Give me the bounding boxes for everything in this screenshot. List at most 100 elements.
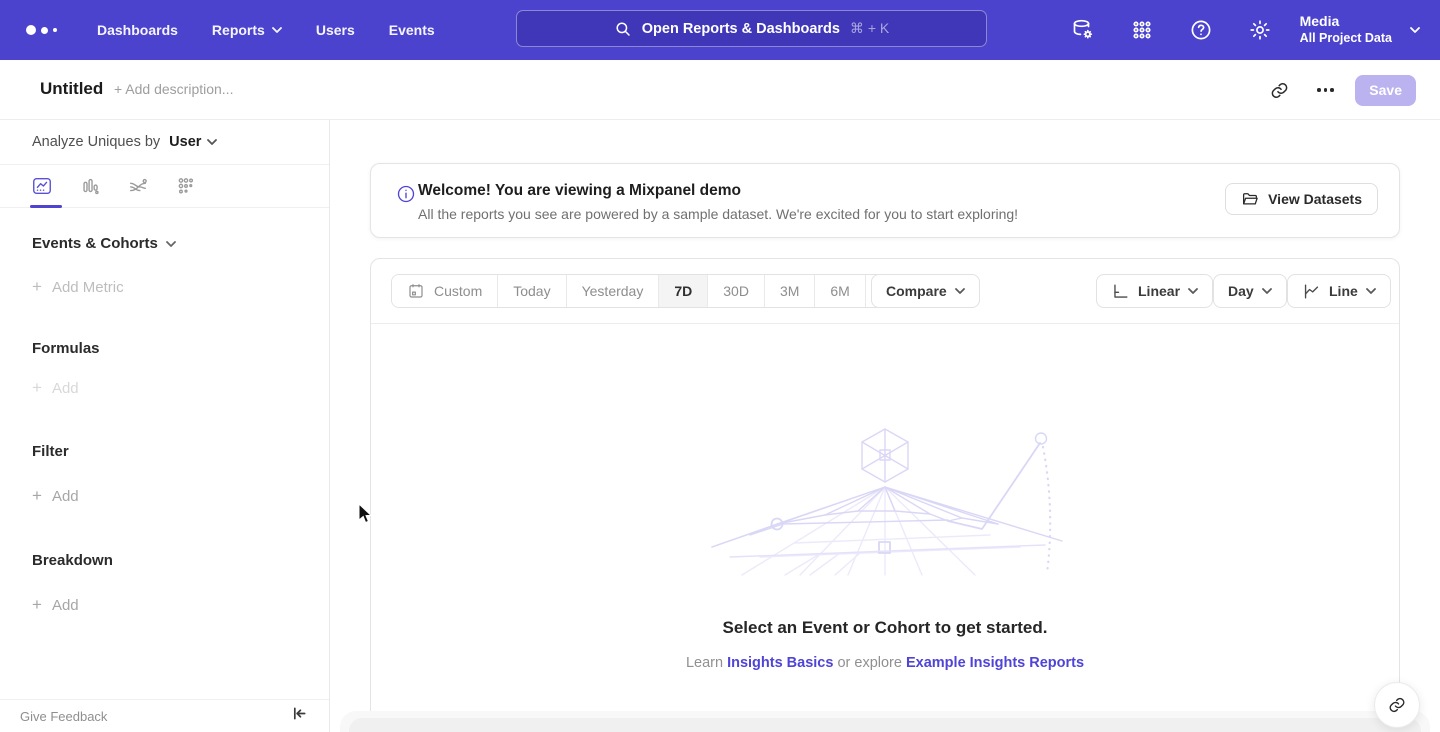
linear-axes-icon bbox=[1111, 282, 1130, 301]
line-chart-icon bbox=[1302, 282, 1321, 301]
add-formula-label: Add bbox=[52, 380, 79, 397]
report-title[interactable]: Untitled bbox=[40, 79, 103, 99]
range-30d-label: 30D bbox=[723, 283, 749, 299]
query-builder-sidebar: Analyze Uniques by User Events & Cohorts bbox=[0, 120, 330, 732]
range-3m[interactable]: 3M bbox=[765, 275, 815, 307]
formulas-label: Formulas bbox=[32, 340, 100, 357]
plus-icon: + bbox=[32, 595, 42, 615]
range-yesterday[interactable]: Yesterday bbox=[567, 275, 660, 307]
tab-bar-chart[interactable] bbox=[78, 174, 102, 198]
example-insights-reports-link[interactable]: Example Insights Reports bbox=[906, 655, 1084, 671]
active-tab-indicator bbox=[30, 205, 62, 208]
section-formulas: Formulas bbox=[0, 340, 329, 357]
nav-dashboards[interactable]: Dashboards bbox=[80, 0, 195, 60]
bar-chart-icon bbox=[79, 175, 101, 197]
add-metric-button[interactable]: + Add Metric bbox=[0, 277, 329, 297]
folder-icon bbox=[1241, 190, 1259, 208]
analyze-value[interactable]: User bbox=[169, 134, 201, 150]
add-breakdown-label: Add bbox=[52, 597, 79, 614]
mouse-cursor bbox=[358, 503, 373, 525]
add-metric-label: Add Metric bbox=[52, 279, 124, 296]
retention-icon bbox=[175, 175, 197, 197]
nav-users-label: Users bbox=[316, 22, 355, 38]
search-icon bbox=[614, 20, 632, 38]
mixpanel-logo[interactable] bbox=[26, 25, 66, 35]
range-custom[interactable]: Custom bbox=[392, 275, 498, 307]
chevron-down-icon bbox=[1410, 27, 1420, 33]
range-7d[interactable]: 7D bbox=[659, 275, 708, 307]
project-switcher[interactable]: Media All Project Data bbox=[1300, 13, 1392, 46]
save-button[interactable]: Save bbox=[1355, 75, 1416, 106]
chevron-down-icon bbox=[207, 139, 217, 145]
view-datasets-button[interactable]: View Datasets bbox=[1225, 183, 1378, 215]
insights-chart-icon bbox=[31, 175, 53, 197]
apps-grid-icon[interactable] bbox=[1119, 10, 1166, 50]
breakdown-label: Breakdown bbox=[32, 552, 113, 569]
events-cohorts-label: Events & Cohorts bbox=[32, 235, 158, 252]
section-events-cohorts[interactable]: Events & Cohorts bbox=[0, 235, 329, 252]
date-range-selector: Custom Today Yesterday 7D 30D 3M 6M 12M bbox=[391, 274, 924, 308]
scale-button[interactable]: Linear bbox=[1096, 274, 1213, 308]
analyze-prefix-label: Analyze Uniques by bbox=[32, 134, 160, 150]
nav-events-label: Events bbox=[389, 22, 435, 38]
range-30d[interactable]: 30D bbox=[708, 275, 765, 307]
range-6m-label: 6M bbox=[830, 283, 849, 299]
chart-type-button[interactable]: Line bbox=[1287, 274, 1391, 308]
range-6m[interactable]: 6M bbox=[815, 275, 865, 307]
range-custom-label: Custom bbox=[434, 283, 482, 299]
analyze-uniques-row: Analyze Uniques by User bbox=[0, 120, 329, 165]
nav-dashboards-label: Dashboards bbox=[97, 22, 178, 38]
help-icon[interactable] bbox=[1178, 10, 1225, 50]
empty-state: Select an Event or Cohort to get started… bbox=[371, 323, 1399, 671]
add-formula-button[interactable]: + Add bbox=[0, 378, 329, 398]
empty-state-links: Learn Insights Basics or explore Example… bbox=[371, 655, 1399, 671]
collapse-left-icon bbox=[292, 706, 307, 721]
global-search[interactable]: Open Reports & Dashboards ⌘ + K bbox=[516, 10, 987, 47]
chevron-down-icon bbox=[1188, 288, 1198, 294]
plus-icon: + bbox=[32, 486, 42, 506]
range-today[interactable]: Today bbox=[498, 275, 566, 307]
filter-label: Filter bbox=[32, 443, 69, 460]
info-icon bbox=[396, 184, 416, 204]
chevron-down-icon bbox=[1262, 288, 1272, 294]
nav-reports-label: Reports bbox=[212, 22, 265, 38]
add-description[interactable]: + Add description... bbox=[114, 81, 233, 97]
plus-icon: + bbox=[32, 277, 42, 297]
section-breakdown: Breakdown bbox=[0, 552, 329, 569]
give-feedback-link[interactable]: Give Feedback bbox=[20, 709, 107, 724]
visualization-tabs bbox=[0, 165, 329, 208]
add-filter-button[interactable]: + Add bbox=[0, 486, 329, 506]
nav-reports[interactable]: Reports bbox=[195, 0, 299, 60]
range-yesterday-label: Yesterday bbox=[582, 283, 644, 299]
welcome-banner: Welcome! You are viewing a Mixpanel demo… bbox=[370, 163, 1400, 238]
chevron-down-icon bbox=[955, 288, 965, 294]
tab-insights-chart[interactable] bbox=[30, 174, 54, 198]
chevron-down-icon bbox=[166, 241, 176, 247]
add-filter-label: Add bbox=[52, 488, 79, 505]
compare-button[interactable]: Compare bbox=[871, 274, 980, 308]
banner-body: All the reports you see are powered by a… bbox=[418, 206, 1018, 222]
gear-icon[interactable] bbox=[1237, 10, 1284, 50]
sidebar-footer: Give Feedback bbox=[0, 699, 329, 732]
tab-flows[interactable] bbox=[126, 174, 150, 198]
chart-controls: Custom Today Yesterday 7D 30D 3M 6M 12M … bbox=[391, 274, 1381, 308]
nav-users[interactable]: Users bbox=[299, 0, 372, 60]
more-options-button[interactable] bbox=[1309, 74, 1341, 106]
nav-events[interactable]: Events bbox=[372, 0, 452, 60]
add-breakdown-button[interactable]: + Add bbox=[0, 595, 329, 615]
chevron-down-icon bbox=[272, 27, 282, 33]
data-management-icon[interactable] bbox=[1060, 10, 1107, 50]
granularity-button[interactable]: Day bbox=[1213, 274, 1287, 308]
section-filter: Filter bbox=[0, 443, 329, 460]
project-subtitle: All Project Data bbox=[1300, 31, 1392, 47]
search-shortcut: ⌘ + K bbox=[850, 20, 889, 37]
granularity-label: Day bbox=[1228, 283, 1254, 299]
compare-label: Compare bbox=[886, 283, 947, 299]
collapse-sidebar-button[interactable] bbox=[292, 706, 307, 726]
more-icon bbox=[1317, 88, 1334, 92]
tab-retention[interactable] bbox=[174, 174, 198, 198]
insights-basics-link[interactable]: Insights Basics bbox=[727, 655, 833, 671]
range-today-label: Today bbox=[513, 283, 550, 299]
share-link-floating-button[interactable] bbox=[1374, 682, 1420, 728]
copy-link-button[interactable] bbox=[1263, 74, 1295, 106]
